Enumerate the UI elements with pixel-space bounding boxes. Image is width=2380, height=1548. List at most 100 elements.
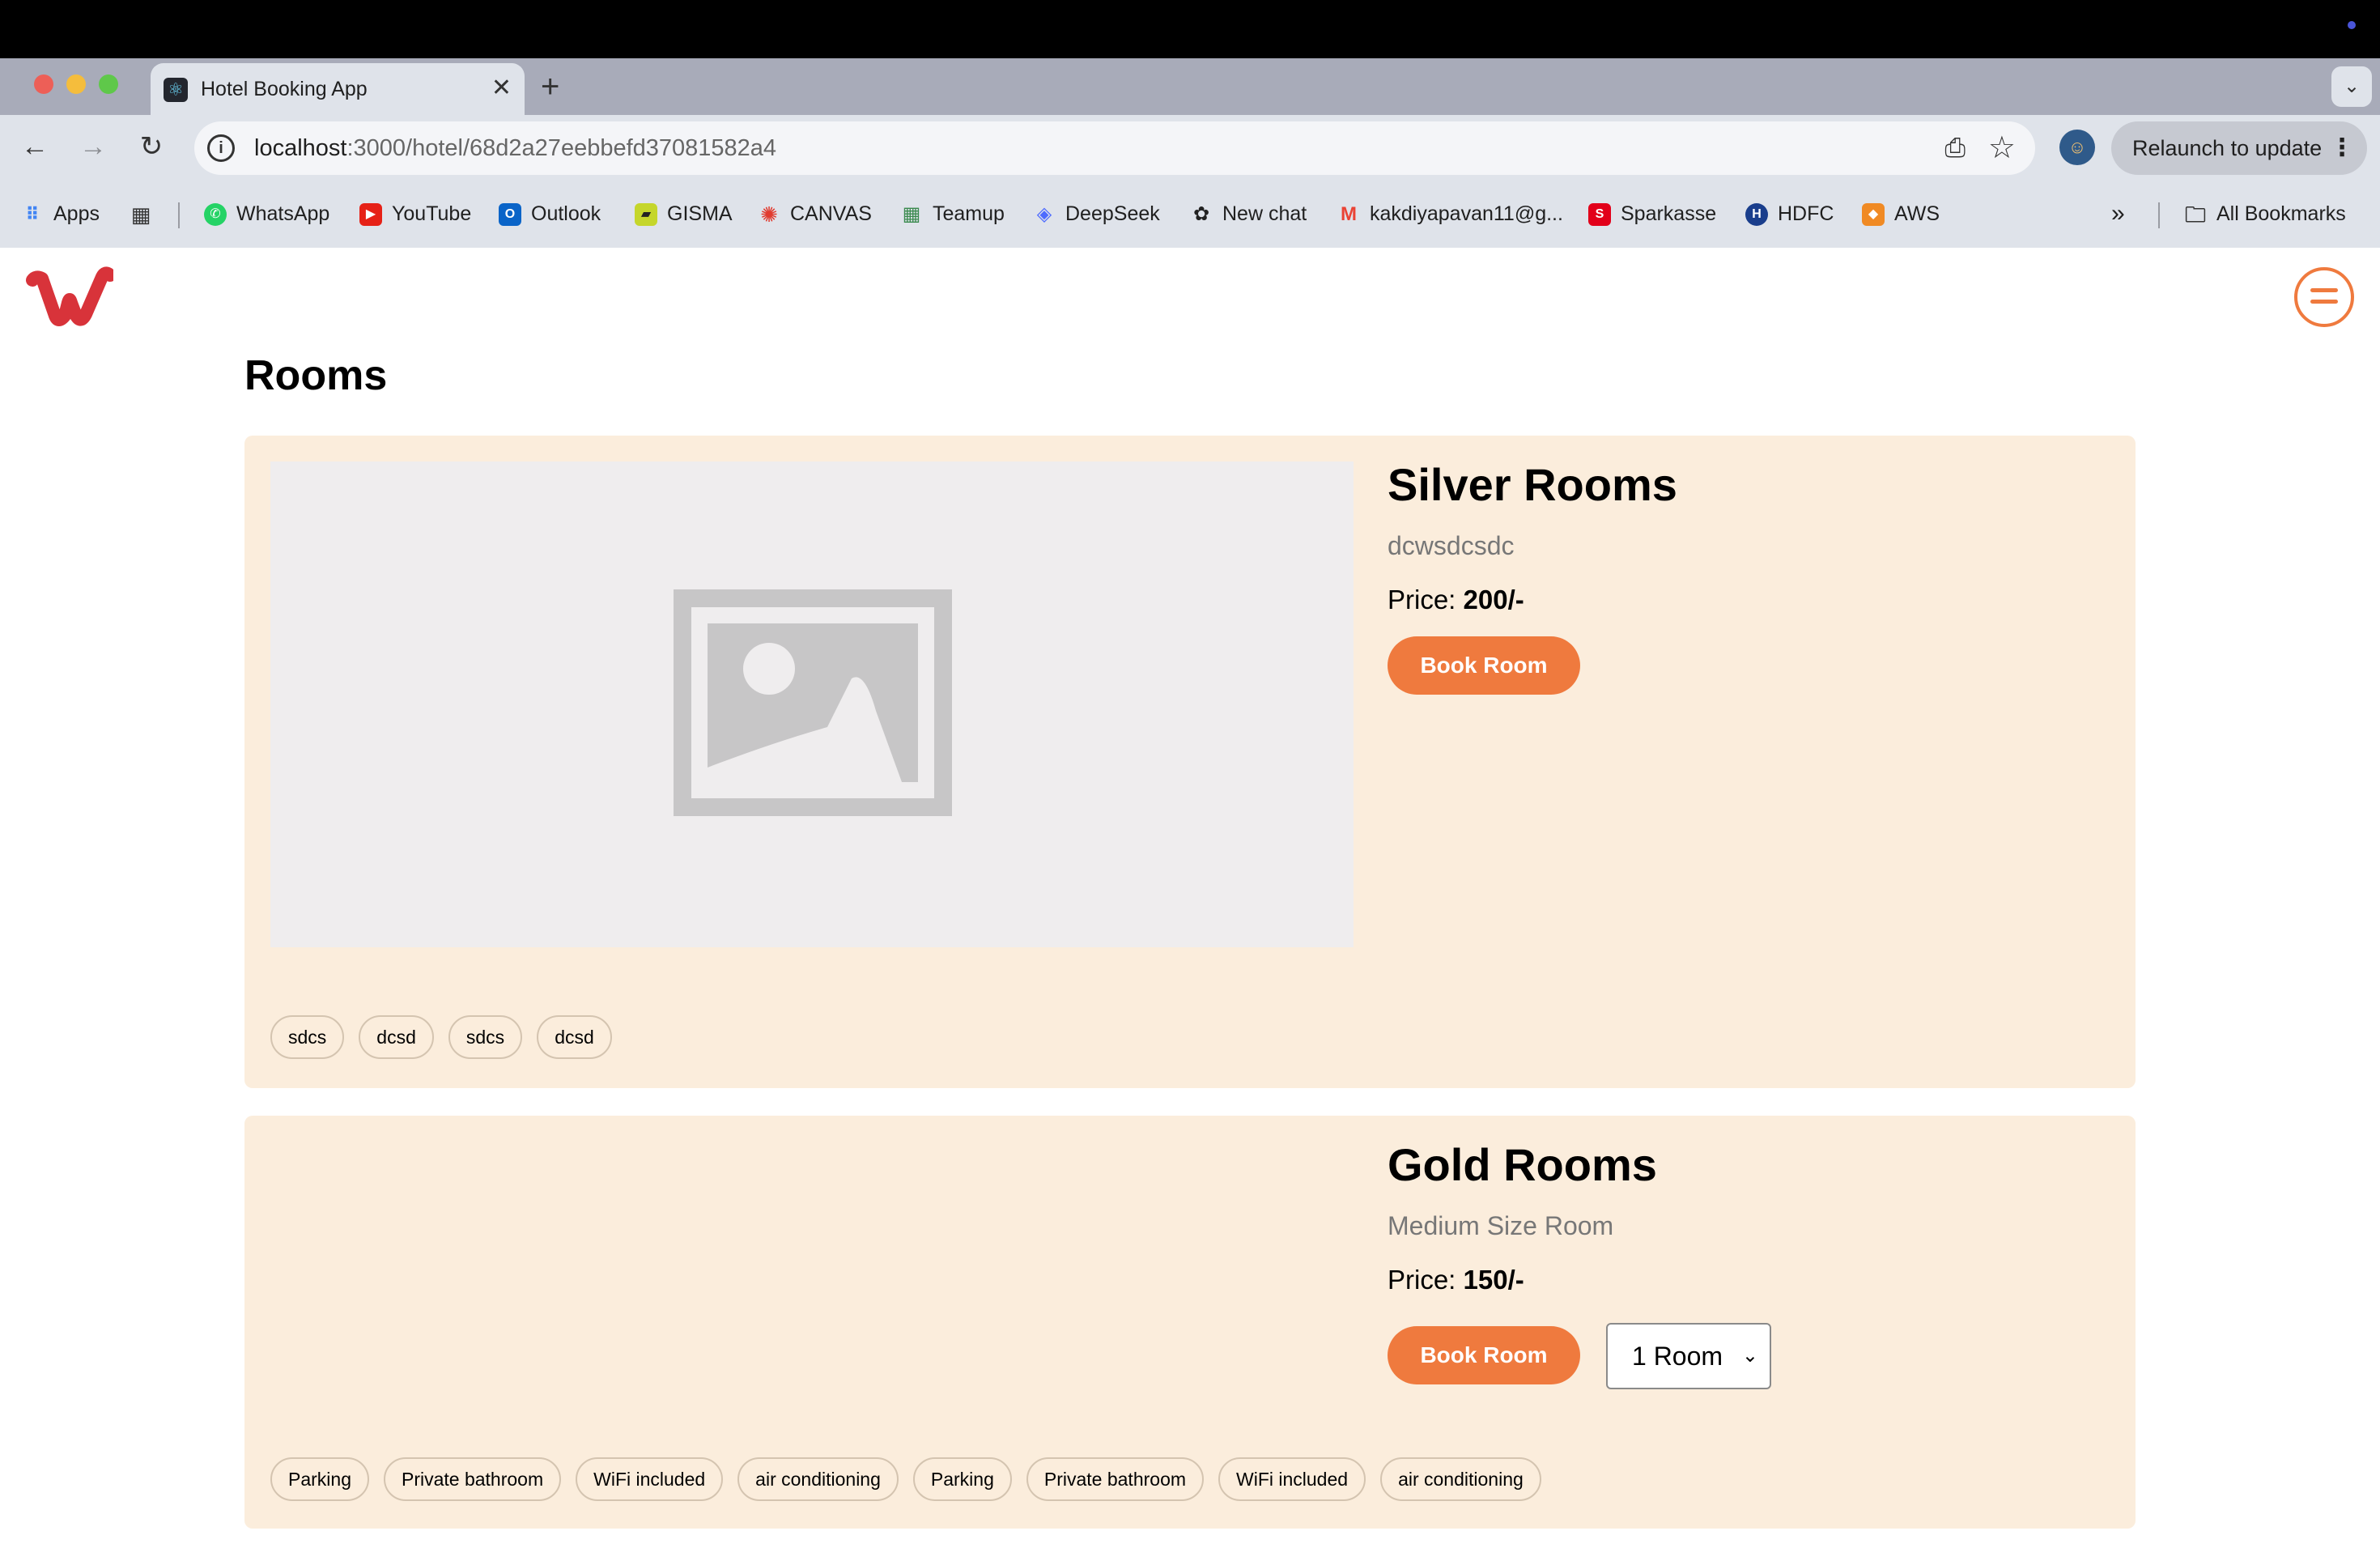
- amenity-chip: Private bathroom: [1026, 1457, 1205, 1501]
- gmail-icon: M: [1341, 203, 1357, 226]
- maximize-window-button[interactable]: [99, 74, 118, 94]
- amenity-chip: sdcs: [270, 1015, 345, 1059]
- status-dot: [2348, 21, 2356, 29]
- url-host: localhost: [254, 135, 347, 161]
- forward-arrow-icon[interactable]: →: [73, 126, 113, 167]
- browser-chrome: ⚛ Hotel Booking App ✕ + ⌄ ← → ↻ i localh…: [0, 58, 2380, 248]
- bookmark-outlook[interactable]: O Outlook: [499, 199, 601, 228]
- bookmark-hdfc[interactable]: H HDFC: [1745, 199, 1834, 228]
- bookmark-tab-groups[interactable]: ▦: [130, 199, 162, 228]
- room-count-value: 1 Room: [1632, 1342, 1723, 1371]
- amenity-list: sdcs dcsd sdcs dcsd: [270, 1015, 612, 1059]
- price-value: 150/-: [1463, 1265, 1524, 1295]
- relaunch-button[interactable]: Relaunch to update ⋮: [2111, 121, 2367, 175]
- whatsapp-icon: ✆: [204, 203, 227, 227]
- amenity-chip: sdcs: [448, 1015, 523, 1059]
- bookmark-separator: [2158, 202, 2160, 228]
- openai-icon: ✿: [1192, 203, 1210, 226]
- bookmark-label: HDFC: [1778, 202, 1834, 225]
- canvas-icon: ✺: [760, 202, 778, 228]
- browser-toolbar: ← → ↻ i localhost:3000/hotel/68d2a27eebb…: [0, 115, 2380, 181]
- youtube-icon: ▶: [359, 203, 382, 227]
- new-tab-icon[interactable]: +: [541, 66, 559, 107]
- bookmark-label: GISMA: [667, 202, 733, 225]
- bookmark-deepseek[interactable]: ◈ DeepSeek: [1033, 199, 1160, 228]
- bookmark-gmail[interactable]: Mkakdiyapavan11@g...: [1337, 199, 1563, 228]
- bookmark-label: New chat: [1222, 202, 1307, 225]
- aws-icon: ◆: [1862, 203, 1885, 227]
- apps-grid-icon: ⠿: [25, 204, 40, 225]
- book-room-button[interactable]: Book Room: [1388, 1326, 1580, 1384]
- bookmark-gisma[interactable]: ▰ GISMA: [635, 199, 733, 228]
- bookmark-label: AWS: [1894, 202, 1940, 225]
- amenity-chip: dcsd: [359, 1015, 434, 1059]
- bookmark-new-chat[interactable]: ✿ New chat: [1190, 199, 1307, 228]
- amenity-chip: air conditioning: [737, 1457, 899, 1501]
- bookmarks-bar: ⠿ Apps ▦ ✆ WhatsApp ▶ YouTube O Outlook ▰ GIS…: [0, 181, 2380, 248]
- bookmark-star-icon[interactable]: ☆: [1988, 130, 2016, 166]
- bookmark-teamup[interactable]: ▦ Teamup: [900, 199, 1005, 228]
- book-room-button[interactable]: Book Room: [1388, 636, 1580, 695]
- amenity-chip: Parking: [912, 1457, 1012, 1501]
- bookmark-canvas[interactable]: ✺ CANVAS: [758, 199, 872, 228]
- menu-bar-icon: [2310, 300, 2338, 304]
- amenity-chip: Parking: [270, 1457, 369, 1501]
- room-card-gold: Gold Rooms Medium Size Room Price: 150/-…: [244, 1116, 2136, 1529]
- room-image-placeholder: [270, 461, 1354, 947]
- more-vertical-icon[interactable]: ⋮: [2330, 121, 2354, 175]
- page-title: Rooms: [244, 352, 388, 399]
- tab-search-chevron-icon[interactable]: ⌄: [2331, 66, 2372, 107]
- amenity-chip: WiFi included: [1218, 1457, 1366, 1501]
- page-content: Rooms Silver Rooms dcwsdcsdc Price: 200/…: [0, 248, 2380, 1548]
- bookmark-youtube[interactable]: ▶ YouTube: [359, 199, 471, 228]
- room-card-silver: Silver Rooms dcwsdcsdc Price: 200/- Book…: [244, 436, 2136, 1088]
- address-bar[interactable]: i localhost:3000/hotel/68d2a27eebbefd370…: [194, 121, 2035, 175]
- logo-w-icon: [26, 266, 117, 326]
- bookmark-label: Apps: [53, 202, 100, 225]
- site-info-icon[interactable]: i: [207, 134, 235, 162]
- bookmark-label: DeepSeek: [1065, 202, 1160, 225]
- reload-icon[interactable]: ↻: [131, 126, 172, 167]
- price-label: Price:: [1388, 585, 1464, 615]
- bookmark-label: Sparkasse: [1621, 202, 1717, 225]
- amenity-chip: Private bathroom: [383, 1457, 562, 1501]
- react-icon: ⚛: [164, 78, 188, 102]
- price-value: 200/-: [1463, 585, 1524, 615]
- system-top-bar: [0, 0, 2380, 58]
- menu-bar-icon: [2310, 288, 2338, 292]
- room-name: Silver Rooms: [1388, 459, 1677, 510]
- back-arrow-icon[interactable]: ←: [15, 126, 55, 167]
- bookmark-apps[interactable]: ⠿ Apps: [21, 199, 100, 228]
- minimize-window-button[interactable]: [66, 74, 86, 94]
- all-bookmarks-folder[interactable]: 🗀 All Bookmarks: [2184, 199, 2346, 228]
- bookmark-label: YouTube: [392, 202, 472, 225]
- price-label: Price:: [1388, 1265, 1464, 1295]
- hdfc-icon: H: [1745, 203, 1768, 227]
- deepseek-icon: ◈: [1036, 203, 1052, 226]
- bookmark-whatsapp[interactable]: ✆ WhatsApp: [204, 199, 329, 228]
- url-path: :3000/hotel/68d2a27eebbefd37081582a4: [346, 135, 777, 161]
- more-bookmarks-chevron-icon[interactable]: »: [2111, 199, 2125, 228]
- bookmark-aws[interactable]: ◆ AWS: [1862, 199, 1940, 228]
- bookmark-label: CANVAS: [790, 202, 872, 225]
- gisma-icon: ▰: [635, 203, 657, 227]
- brand-logo[interactable]: [24, 266, 117, 330]
- bookmark-label: Outlook: [531, 202, 601, 225]
- bookmark-sparkasse[interactable]: S Sparkasse: [1588, 199, 1716, 228]
- close-window-button[interactable]: [34, 74, 53, 94]
- amenity-chip: dcsd: [537, 1015, 612, 1059]
- tab-hotel-booking-app[interactable]: ⚛ Hotel Booking App ✕: [151, 63, 525, 115]
- profile-avatar[interactable]: ☺: [2059, 130, 2095, 165]
- close-tab-icon[interactable]: ✕: [491, 74, 512, 102]
- bookmark-label: WhatsApp: [236, 202, 330, 225]
- room-count-select[interactable]: 1 Room ⌄: [1606, 1323, 1771, 1389]
- amenity-chip: air conditioning: [1380, 1457, 1541, 1501]
- room-description: Medium Size Room: [1388, 1211, 1614, 1240]
- url-text[interactable]: localhost:3000/hotel/68d2a27eebbefd37081…: [254, 135, 776, 162]
- amenity-chip: WiFi included: [576, 1457, 724, 1501]
- teamup-icon: ▦: [902, 203, 921, 226]
- hamburger-menu-button[interactable]: [2294, 267, 2354, 327]
- install-app-icon[interactable]: ⎙: [1944, 133, 1966, 164]
- sparkasse-icon: S: [1588, 203, 1611, 227]
- folder-icon: 🗀: [2184, 202, 2206, 228]
